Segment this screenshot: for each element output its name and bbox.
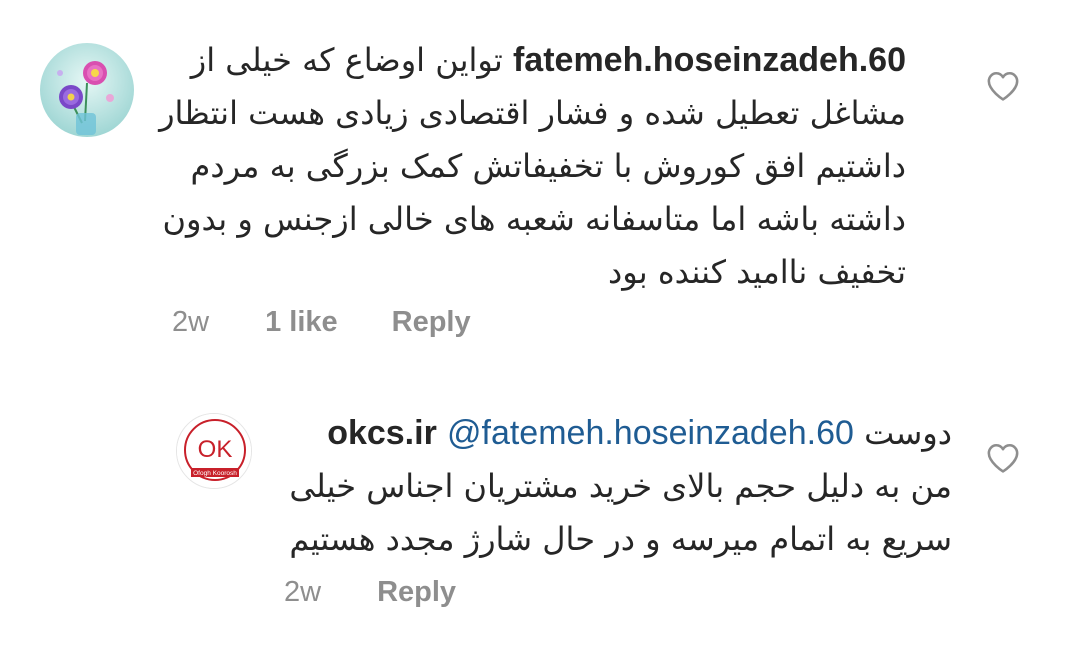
comment-time: 2w (284, 576, 322, 608)
user-avatar[interactable]: OK Ofogh Koorosh (176, 413, 252, 489)
user-avatar[interactable] (40, 43, 134, 137)
svg-text:OK: OK (198, 436, 233, 463)
heart-outline-icon (987, 71, 1019, 101)
comment-username[interactable]: okcs.ir (327, 414, 437, 452)
ofogh-koorosh-logo-icon: OK Ofogh Koorosh (177, 414, 251, 488)
reply-button[interactable]: Reply (392, 306, 471, 339)
comment-text-line: سریع به اتمام میرسه و در حال شارژ مجدد ه… (289, 520, 952, 558)
like-button[interactable] (986, 70, 1020, 102)
comment-text-line: مشاغل تعطیل شده و فشار اقتصادی زیادی هست… (159, 94, 906, 132)
comment-likes[interactable]: 1 like (265, 306, 338, 339)
comment-text-line: داشته باشه اما متاسفانه شعبه های خالی از… (162, 200, 906, 238)
heart-outline-icon (987, 443, 1019, 473)
svg-text:Ofogh Koorosh: Ofogh Koorosh (193, 470, 237, 477)
comment-text-word: دوست (864, 414, 952, 452)
comment-text: دوست @fatemeh.hoseinzadeh.60 okcs.ir من … (282, 407, 952, 566)
comment-time: 2w (172, 306, 210, 338)
comment-text-line: تواین اوضاع که خیلی از (190, 41, 503, 79)
comment-first-line: دوست @fatemeh.hoseinzadeh.60 okcs.ir (282, 407, 952, 460)
comment-meta: 2w 1 like Reply (172, 306, 471, 339)
comment-text-line: من به دلیل حجم بالای خرید مشتریان اجناس … (289, 467, 952, 505)
flower-avatar-icon (40, 43, 134, 137)
comment-meta: 2w Reply (284, 576, 456, 609)
reply-button[interactable]: Reply (377, 576, 456, 609)
comment-first-line: fatemeh.hoseinzadeh.60 تواین اوضاع که خی… (166, 34, 906, 87)
mention-link[interactable]: @fatemeh.hoseinzadeh.60 (447, 414, 854, 452)
comment-username[interactable]: fatemeh.hoseinzadeh.60 (513, 41, 906, 79)
comment-text: fatemeh.hoseinzadeh.60 تواین اوضاع که خی… (159, 34, 906, 299)
comment-text-line: داشتیم افق کوروش با تخفیفاتش کمک بزرگی ب… (190, 147, 906, 185)
like-button[interactable] (986, 442, 1020, 474)
comment-text-line: تخفیف ناامید کننده بود (608, 253, 906, 291)
